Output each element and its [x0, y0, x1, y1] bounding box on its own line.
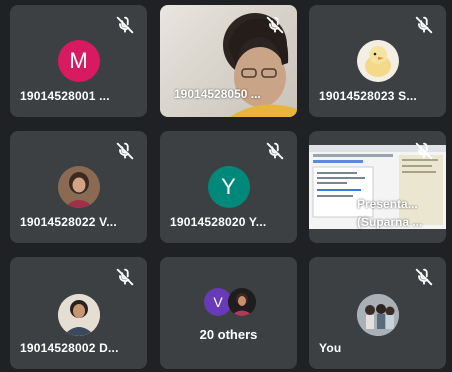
avatar: [228, 288, 256, 316]
participant-tile-19014528002[interactable]: 19014528002 D...: [10, 257, 147, 369]
duck-avatar-icon: [364, 46, 391, 77]
avatar: M: [57, 40, 100, 82]
mic-off-icon: [413, 14, 435, 36]
mic-off-icon: [413, 140, 435, 162]
participant-tile-19014528023[interactable]: 19014528023 S...: [309, 5, 446, 117]
avatar: [356, 40, 399, 82]
presenter-name: (Suparna ...: [357, 215, 423, 229]
group-photo-icon: [356, 294, 399, 336]
avatar-initial: V: [213, 294, 223, 310]
presentation-label: Presenta...: [357, 197, 418, 211]
mic-off-icon: [413, 266, 435, 288]
participant-tile-19014528022[interactable]: 19014528022 V...: [10, 131, 147, 243]
person-photo-icon: [57, 294, 100, 336]
self-tile[interactable]: You: [309, 257, 446, 369]
avatar-initial: M: [69, 48, 88, 73]
mic-off-icon: [264, 14, 286, 36]
participant-name: 19014528023 S...: [319, 89, 417, 103]
participant-name: 19014528002 D...: [20, 341, 119, 355]
participant-name: 19014528020 Y...: [170, 215, 267, 229]
participant-name: 19014528050 ...: [174, 87, 261, 101]
others-count-label: 20 others: [199, 327, 258, 342]
participant-tile-19014528020[interactable]: Y 19014528020 Y...: [160, 131, 297, 243]
avatar: [356, 294, 399, 336]
participant-name: 19014528022 V...: [20, 215, 117, 229]
participant-name: You: [319, 341, 342, 355]
others-tile[interactable]: V 20 others: [160, 257, 297, 369]
avatar: Y: [207, 166, 250, 208]
avatar: [57, 294, 100, 336]
mic-off-icon: [114, 140, 136, 162]
mic-off-icon: [264, 140, 286, 162]
avatar-initial: Y: [221, 174, 236, 199]
participant-tile-19014528050[interactable]: 19014528050 ...: [160, 5, 297, 117]
avatar: [57, 166, 100, 208]
presentation-tile[interactable]: Presenta... (Suparna ...: [309, 131, 446, 243]
participant-tile-19014528001[interactable]: M 19014528001 ...: [10, 5, 147, 117]
mic-off-icon: [114, 14, 136, 36]
participant-name: 19014528001 ...: [20, 89, 110, 103]
others-avatar-group: V: [204, 288, 256, 316]
person-photo-icon: [228, 288, 256, 316]
person-photo-icon: [57, 166, 100, 208]
mic-off-icon: [114, 266, 136, 288]
